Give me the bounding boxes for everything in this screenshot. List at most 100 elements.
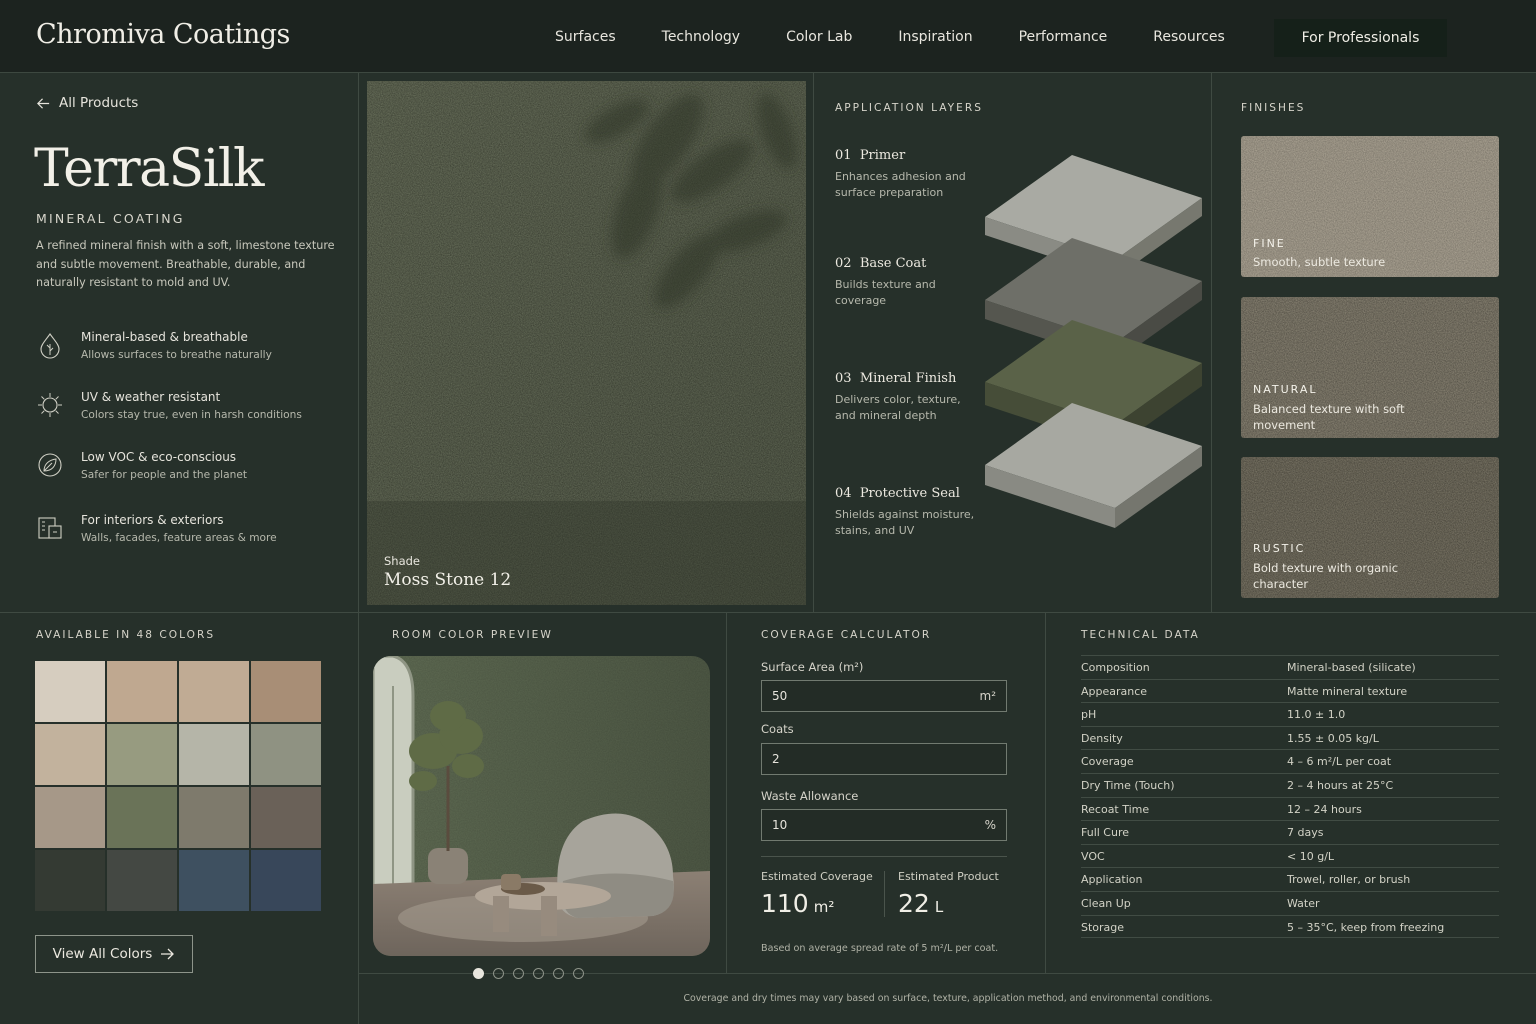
color-swatch[interactable]	[179, 850, 249, 911]
tech-value: 7 days	[1287, 826, 1324, 840]
color-swatch[interactable]	[251, 724, 321, 785]
color-swatch[interactable]	[251, 661, 321, 722]
table-row: Density 1.55 ± 0.05 kg/L	[1081, 725, 1499, 750]
layer-name: 01 Primer	[835, 148, 905, 163]
colors-title: AVAILABLE IN 48 COLORS	[36, 629, 216, 641]
nav-item-surfaces[interactable]: Surfaces	[555, 29, 616, 45]
layer-title: Base Coat	[859, 256, 927, 271]
coats-label: Coats	[761, 722, 794, 736]
color-swatch[interactable]	[35, 724, 105, 785]
feature-title: For interiors & exteriors	[81, 513, 224, 527]
technical-data-table: Composition Mineral-based (silicate) Appea…	[1081, 655, 1499, 939]
hero-texture-image	[367, 81, 806, 605]
finish-name: FINE	[1253, 237, 1286, 250]
color-swatch[interactable]	[107, 850, 177, 911]
waste-allowance-input[interactable]: 10 %	[761, 809, 1007, 841]
technical-data-title: TECHNICAL DATA	[1081, 629, 1200, 641]
nav-item-technology[interactable]: Technology	[662, 29, 740, 45]
color-swatch[interactable]	[179, 787, 249, 848]
table-row: pH 11.0 ± 1.0	[1081, 702, 1499, 726]
color-swatch[interactable]	[179, 724, 249, 785]
coats-input[interactable]: 2	[761, 743, 1007, 775]
layer-title: Primer	[859, 148, 906, 163]
arrow-left-icon	[37, 97, 50, 109]
color-swatch[interactable]	[179, 661, 249, 722]
waste-allowance-unit: %	[984, 818, 996, 832]
tech-key: Dry Time (Touch)	[1081, 778, 1175, 792]
color-swatch[interactable]	[251, 850, 321, 911]
layer-description: Shields against moisture, stains, and UV	[835, 508, 975, 537]
product-description: A refined mineral finish with a soft, li…	[36, 239, 335, 289]
divider	[761, 856, 1007, 857]
tech-key: Recoat Time	[1081, 802, 1150, 816]
carousel-dot[interactable]	[473, 968, 484, 979]
layer-description: Delivers color, texture, and mineral dep…	[835, 393, 961, 422]
estimated-coverage-label: Estimated Coverage	[761, 870, 873, 883]
finish-description: Bold texture with organic character	[1253, 561, 1399, 591]
tech-value: 1.55 ± 0.05 kg/L	[1287, 731, 1379, 745]
eco-leaf-icon	[38, 453, 62, 477]
table-row: VOC < 10 g/L	[1081, 843, 1499, 868]
nav-item-resources[interactable]: Resources	[1153, 29, 1225, 45]
color-swatch[interactable]	[107, 724, 177, 785]
color-swatch[interactable]	[35, 661, 105, 722]
table-row: Composition Mineral-based (silicate)	[1081, 655, 1499, 679]
finish-name: NATURAL	[1253, 383, 1318, 396]
layer-name: 02 Base Coat	[835, 256, 926, 271]
estimated-coverage-unit: m²	[813, 898, 835, 916]
layer-name: 04 Protective Seal	[835, 486, 960, 501]
layer-number: 02	[835, 256, 852, 271]
finish-fine-card[interactable]: FINE Smooth, subtle texture	[1241, 136, 1499, 277]
tech-key: Coverage	[1081, 755, 1134, 769]
carousel-dot[interactable]	[573, 968, 584, 979]
tech-key: Density	[1081, 731, 1123, 745]
color-swatch[interactable]	[107, 787, 177, 848]
brand-logo[interactable]: Chromiva Coatings	[36, 19, 290, 50]
finishes-title: FINISHES	[1241, 102, 1306, 114]
room-preview-image[interactable]	[373, 656, 710, 956]
color-swatch[interactable]	[35, 850, 105, 911]
finish-description: Balanced texture with soft movement	[1253, 402, 1405, 432]
view-all-colors-button[interactable]: View All Colors	[35, 935, 193, 973]
tech-value: Water	[1287, 896, 1320, 910]
color-swatch[interactable]	[35, 787, 105, 848]
finish-rustic-card[interactable]: RUSTIC Bold texture with organic charact…	[1241, 457, 1499, 598]
carousel-dot[interactable]	[493, 968, 504, 979]
color-swatch[interactable]	[107, 661, 177, 722]
feature-item: Low VOC & eco-conscious Safer for people…	[36, 449, 336, 489]
tech-key: Full Cure	[1081, 826, 1130, 840]
nav-item-inspiration[interactable]: Inspiration	[898, 29, 972, 45]
layer-number: 04	[835, 486, 852, 501]
feature-title: Mineral-based & breathable	[81, 330, 248, 344]
tech-key: Storage	[1081, 920, 1125, 934]
for-professionals-button[interactable]: For Professionals	[1274, 19, 1447, 57]
nav-item-color-lab[interactable]: Color Lab	[786, 29, 852, 45]
tech-key: Composition	[1081, 661, 1150, 674]
color-swatch[interactable]	[251, 787, 321, 848]
finish-natural-card[interactable]: NATURAL Balanced texture with soft movem…	[1241, 297, 1499, 438]
tech-value: 5 – 35°C, keep from freezing	[1287, 920, 1445, 934]
carousel-dot[interactable]	[553, 968, 564, 979]
application-layers-title: APPLICATION LAYERS	[835, 102, 983, 114]
surface-area-input[interactable]: 50 m²	[761, 680, 1007, 712]
tech-key: pH	[1081, 708, 1097, 722]
product-category: MINERAL COATING	[36, 211, 185, 226]
tech-value: Mineral-based (silicate)	[1287, 661, 1416, 674]
tech-key: Application	[1081, 873, 1143, 887]
surface-area-label: Surface Area (m²)	[761, 660, 864, 674]
carousel-dot[interactable]	[513, 968, 524, 979]
divider	[884, 871, 885, 917]
disclaimer-text: Coverage and dry times may vary based on…	[683, 993, 1213, 1004]
table-row: Storage 5 – 35°C, keep from freezing	[1081, 914, 1499, 939]
estimated-product-unit: L	[934, 898, 944, 916]
divider	[726, 612, 727, 973]
feature-description: Walls, facades, feature areas & more	[81, 532, 277, 544]
surface-area-unit: m²	[979, 689, 997, 703]
back-to-products-link[interactable]: All Products	[36, 95, 138, 111]
nav-item-performance[interactable]: Performance	[1019, 29, 1108, 45]
layer-number: 03	[835, 371, 852, 386]
table-row: Coverage 4 – 6 m²/L per coat	[1081, 749, 1499, 773]
carousel-dot[interactable]	[533, 968, 544, 979]
calculator-title: COVERAGE CALCULATOR	[761, 629, 932, 641]
tech-value: < 10 g/L	[1287, 849, 1335, 863]
